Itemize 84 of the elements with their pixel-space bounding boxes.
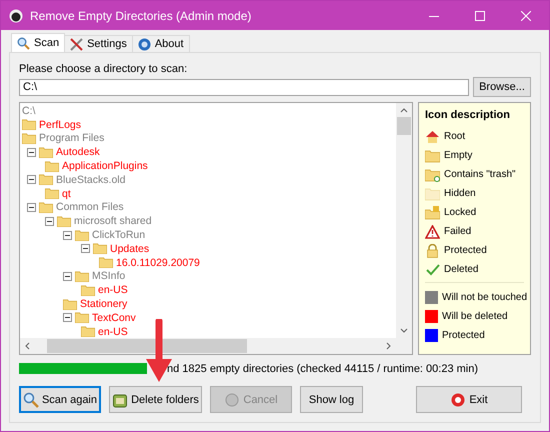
tab[interactable]: Scan [11, 33, 66, 52]
collapse-icon[interactable] [45, 216, 54, 226]
locked-icon [425, 206, 440, 220]
folder-name[interactable]: ApplicationPlugins [62, 160, 148, 172]
folder-name[interactable]: MSInfo [92, 270, 126, 282]
tab[interactable]: About [132, 35, 190, 52]
deleted-icon [425, 262, 440, 276]
info-icon [138, 38, 151, 50]
collapse-icon[interactable] [63, 230, 72, 240]
folder-icon [99, 257, 113, 268]
empty-icon [425, 148, 440, 162]
app-icon [9, 8, 23, 22]
folder-name[interactable]: Common Files [56, 201, 124, 214]
legend-label: Protected [442, 330, 485, 341]
collapse-icon[interactable] [27, 175, 36, 184]
legend-label: Hidden [444, 188, 476, 199]
cancel-icon [224, 392, 240, 408]
root-icon [425, 130, 440, 144]
bin-icon [112, 392, 128, 408]
exit-button[interactable]: Exit [416, 386, 522, 413]
folder-icon [22, 132, 36, 144]
collapse-icon[interactable] [63, 272, 72, 281]
legend-label: Will be deleted [442, 311, 508, 322]
collapse-icon[interactable] [63, 313, 72, 322]
folder-name[interactable]: en-US [98, 326, 128, 338]
scrollbar-thumb[interactable] [47, 339, 247, 353]
folder-name[interactable]: C:\ [22, 104, 36, 117]
folder-name[interactable]: Autodesk [56, 146, 100, 158]
collapse-icon[interactable] [27, 148, 36, 157]
collapse-icon[interactable] [27, 202, 36, 212]
folder-name[interactable]: ClickToRun [92, 229, 146, 242]
legend-label: Deleted [444, 264, 478, 275]
legend-label: Contains "trash" [444, 169, 516, 180]
legend-label: Failed [444, 226, 472, 237]
legend-label: Locked [444, 207, 476, 218]
folder-icon [39, 202, 53, 213]
scan-button[interactable]: Scan again [19, 386, 101, 413]
tab[interactable]: Settings [64, 35, 133, 52]
folder-icon [75, 230, 89, 241]
browse-button[interactable]: Browse... [473, 77, 531, 97]
folder-icon [57, 216, 71, 227]
collapse-icon[interactable] [81, 244, 90, 254]
legend-label: Will not be touched [442, 292, 528, 303]
legend-label: Protected [444, 245, 487, 256]
folder-name[interactable]: Stationery [80, 298, 128, 310]
folder-icon [45, 188, 59, 200]
search-icon [17, 36, 30, 50]
hidden-icon [425, 186, 440, 200]
window-title: Remove Empty Directories (Admin mode) [30, 8, 252, 22]
scrollbar-thumb[interactable] [397, 117, 411, 135]
folder-icon [22, 119, 36, 130]
folder-icon [93, 243, 107, 254]
directory-label: Please choose a directory to scan: [19, 63, 188, 75]
folder-name[interactable]: 16.0.11029.20079 [116, 256, 200, 269]
trash-icon [425, 168, 440, 182]
folder-name[interactable]: BlueStacks.old [56, 174, 126, 186]
legend-label: Root [444, 131, 466, 142]
folder-icon [39, 174, 53, 186]
folder-icon [75, 312, 89, 324]
folder-icon [81, 284, 95, 296]
legend-title: Icon description [425, 109, 511, 121]
search-icon [23, 392, 39, 408]
tools-icon [70, 38, 84, 50]
folder-icon [75, 270, 89, 282]
delete-button[interactable]: Delete folders [109, 386, 202, 413]
folder-icon [39, 146, 53, 158]
folder-name[interactable]: PerfLogs [39, 118, 82, 131]
protected-icon [425, 244, 440, 258]
exit-icon [450, 392, 466, 408]
folder-icon [63, 298, 77, 310]
close-icon[interactable] [521, 10, 531, 20]
directory-field[interactable]: C:\ [19, 78, 469, 96]
maximize-icon[interactable] [475, 10, 485, 20]
log-button[interactable]: Show log [300, 386, 363, 413]
folder-name[interactable]: TextConv [92, 312, 136, 324]
failed-icon [425, 224, 440, 238]
folder-name[interactable]: microsoft shared [74, 215, 152, 228]
folder-name[interactable]: Updates [110, 242, 150, 255]
folder-icon [45, 160, 59, 172]
folder-name[interactable]: en-US [98, 284, 128, 296]
folder-name[interactable]: qt [62, 188, 71, 200]
folder-name[interactable]: Program Files [39, 132, 104, 144]
status-text: nd 1825 empty directories (checked 44115 / runtime: 00:23 min) [167, 362, 478, 374]
legend-label: Empty [444, 150, 472, 161]
